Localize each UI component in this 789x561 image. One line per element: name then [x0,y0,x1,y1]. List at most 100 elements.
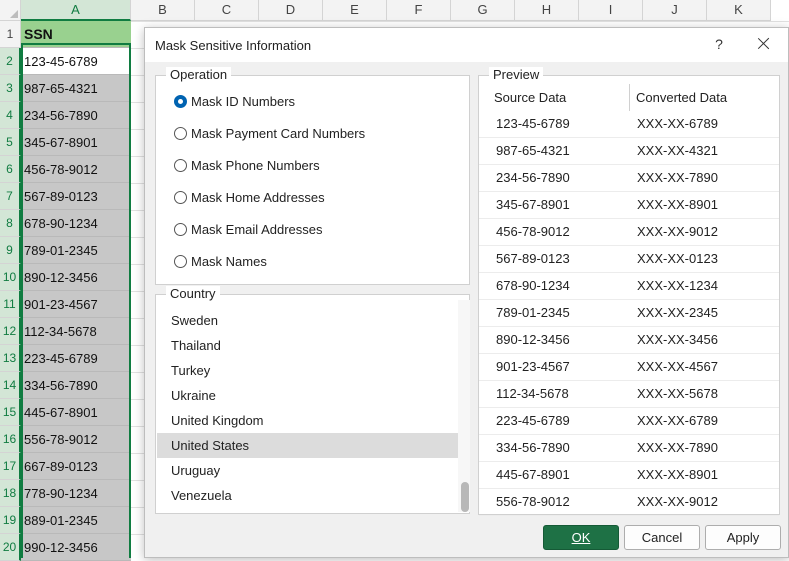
apply-button[interactable]: Apply [705,525,781,550]
converted-data-cell: XXX-XX-6789 [637,413,718,428]
row-header[interactable]: 2 [0,48,21,75]
radio-button[interactable] [174,190,187,204]
radio-button[interactable] [174,126,187,140]
mask-option[interactable]: Mask Payment Card Numbers [174,124,365,142]
ssn-cell[interactable]: 123-45-6789 [21,48,131,75]
mask-option[interactable]: Mask Names [174,252,267,270]
ssn-cell[interactable]: 987-65-4321 [21,75,131,102]
column-header-c[interactable]: C [195,0,259,21]
ssn-cell[interactable]: 112-34-5678 [21,318,131,345]
source-data-cell: 556-78-9012 [496,494,570,509]
source-data-header[interactable]: Source Data [479,84,630,111]
converted-data-cell: XXX-XX-6789 [637,116,718,131]
row-header[interactable]: 5 [0,129,21,156]
radio-label: Mask Home Addresses [191,189,325,205]
row-header[interactable]: 9 [0,237,21,264]
country-item[interactable]: Sweden [157,308,459,333]
row-header[interactable]: 19 [0,507,21,534]
preview-label: Preview [489,67,544,82]
select-all-corner[interactable] [0,0,21,21]
ssn-cell[interactable]: 778-90-1234 [21,480,131,507]
row-header[interactable]: 10 [0,264,21,291]
preview-row: 789-01-2345 XXX-XX-2345 [479,300,779,327]
ssn-cell[interactable]: 789-01-2345 [21,237,131,264]
mask-option[interactable]: Mask Home Addresses [174,188,325,206]
radio-label: Mask Email Addresses [191,221,323,237]
row-header[interactable]: 15 [0,399,21,426]
row-header[interactable]: 4 [0,102,21,129]
ssn-cell[interactable]: 234-56-7890 [21,102,131,129]
mask-option[interactable]: Mask ID Numbers [174,92,295,110]
row-header[interactable]: 8 [0,210,21,237]
country-item[interactable]: Ukraine [157,383,459,408]
radio-button[interactable] [174,254,187,268]
country-item[interactable]: Venezuela [157,483,459,508]
operation-group: Operation Mask ID Numbers Mask Payment Ca… [155,67,470,285]
ssn-cell[interactable]: 667-89-0123 [21,453,131,480]
row-header[interactable]: 17 [0,453,21,480]
row-header[interactable]: 16 [0,426,21,453]
cancel-button[interactable]: Cancel [624,525,700,550]
ssn-cell[interactable]: 334-56-7890 [21,372,131,399]
mask-option[interactable]: Mask Email Addresses [174,220,323,238]
column-header-d[interactable]: D [259,0,323,21]
column-header-e[interactable]: E [323,0,387,21]
ssn-cell[interactable]: 890-12-3456 [21,264,131,291]
country-item[interactable]: United States [157,433,459,458]
radio-button[interactable] [174,222,187,236]
country-item[interactable]: Thailand [157,333,459,358]
country-list[interactable]: Sweden Thailand Turkey Ukraine United Kingdo… [157,308,459,512]
scroll-thumb[interactable] [461,482,469,512]
close-icon[interactable] [754,34,774,54]
help-icon[interactable]: ? [711,36,727,52]
row-header[interactable]: 3 [0,75,21,102]
ssn-header-cell[interactable]: SSN [21,21,131,48]
mask-option[interactable]: Mask Phone Numbers [174,156,320,174]
converted-data-cell: XXX-XX-7890 [637,170,718,185]
country-item[interactable]: United Kingdom [157,408,459,433]
source-data-cell: 123-45-6789 [496,116,570,131]
row-header[interactable]: 13 [0,345,21,372]
ssn-cell[interactable]: 889-01-2345 [21,507,131,534]
country-item[interactable]: Uruguay [157,458,459,483]
column-header-b[interactable]: B [131,0,195,21]
ssn-cell[interactable]: 456-78-9012 [21,156,131,183]
radio-button[interactable] [174,158,187,172]
row-header[interactable]: 12 [0,318,21,345]
column-header-k[interactable]: K [707,0,771,21]
column-header-g[interactable]: G [451,0,515,21]
ssn-cell[interactable]: 567-89-0123 [21,183,131,210]
converted-data-cell: XXX-XX-0123 [637,251,718,266]
radio-label: Mask Phone Numbers [191,157,320,173]
country-scrollbar[interactable] [458,300,470,512]
preview-row: 456-78-9012 XXX-XX-9012 [479,219,779,246]
ssn-cell[interactable]: 901-23-4567 [21,291,131,318]
ssn-cell[interactable]: 345-67-8901 [21,129,131,156]
source-data-cell: 345-67-8901 [496,197,570,212]
column-header-i[interactable]: I [579,0,643,21]
ssn-cell[interactable]: 445-67-8901 [21,399,131,426]
country-group: Country Sweden Thailand Turkey Ukraine Unite… [155,286,470,514]
ssn-cell[interactable]: 223-45-6789 [21,345,131,372]
row-header[interactable]: 7 [0,183,21,210]
country-label: Country [166,286,220,301]
row-header[interactable]: 20 [0,534,21,561]
column-header-f[interactable]: F [387,0,451,21]
row-header[interactable]: 11 [0,291,21,318]
row-header[interactable]: 1 [0,21,21,48]
preview-row: 123-45-6789 XXX-XX-6789 [479,111,779,138]
row-header[interactable]: 14 [0,372,21,399]
radio-label: Mask ID Numbers [191,93,296,109]
ssn-cell[interactable]: 556-78-9012 [21,426,131,453]
column-header-h[interactable]: H [515,0,579,21]
ssn-cell[interactable]: 990-12-3456 [21,534,131,561]
row-header[interactable]: 6 [0,156,21,183]
converted-data-header[interactable]: Converted Data [630,84,777,111]
column-header-a[interactable]: A [21,0,131,21]
column-header-j[interactable]: J [643,0,707,21]
row-header[interactable]: 18 [0,480,21,507]
ssn-cell[interactable]: 678-90-1234 [21,210,131,237]
radio-button[interactable] [174,94,187,108]
country-item[interactable]: Turkey [157,358,459,383]
ok-button[interactable]: OK [543,525,619,550]
